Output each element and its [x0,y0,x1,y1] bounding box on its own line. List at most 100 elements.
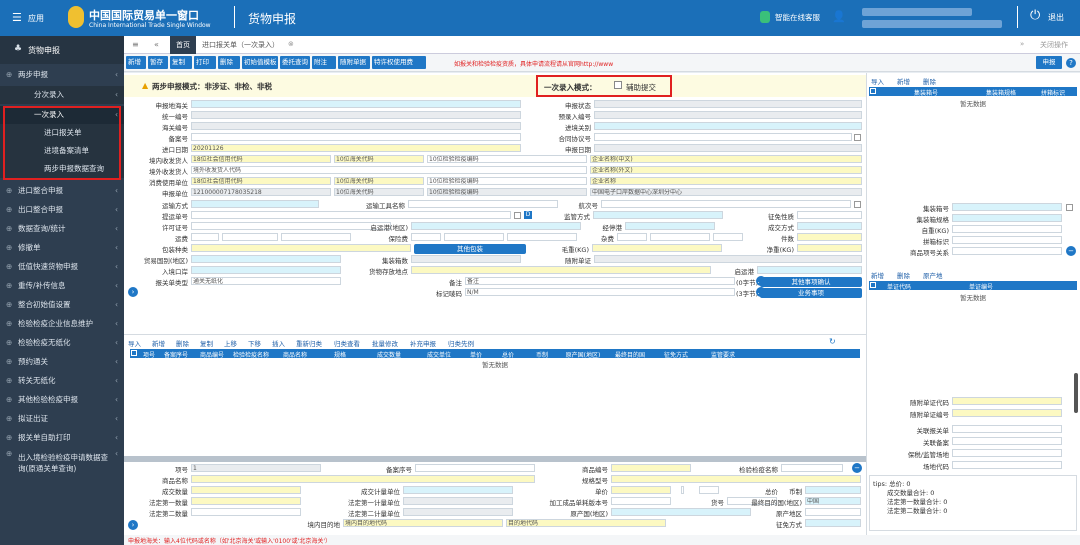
sidebar-item-11[interactable]: ⊕ 重传/补传信息 ‹ [0,277,124,295]
rel-record-input[interactable] [952,437,1062,445]
sidebar-item-17[interactable]: ⊕ 其他检验检疫申报 ‹ [0,391,124,409]
declare-button[interactable]: 申报 [1036,56,1062,69]
sidebar-item-16[interactable]: ⊕ 转关无纸化 ‹ [0,372,124,390]
consumer-ciq-input[interactable]: 10位检验检疫编码 [427,177,587,185]
goods-select-all[interactable] [131,350,137,356]
goods-place-input[interactable] [411,266,711,274]
remark-input[interactable]: 备注 [465,277,735,285]
goods-action-1[interactable]: 新增 [152,338,165,348]
other-package-button[interactable]: 其他包装 [414,244,526,254]
goods-action-11[interactable]: 归类先例 [448,338,474,348]
spacer2[interactable] [699,486,719,494]
tab-active[interactable]: 进口报关单（一次录入） [202,40,279,50]
item-expand-icon[interactable]: › [128,520,138,530]
dest-place-input[interactable]: 境内目的地代码 [343,519,503,527]
self-weight-input[interactable] [952,225,1062,233]
tax-input[interactable] [805,519,861,527]
goods-action-8[interactable]: 归类查看 [334,338,360,348]
consumer-customs-input[interactable]: 10位海关代码 [334,177,424,185]
trade-country-input[interactable] [191,255,341,263]
service-icon[interactable] [760,11,770,23]
tab-close-icon[interactable]: ⊗ [288,40,294,48]
container-action-1[interactable]: 新增 [897,76,910,86]
power-icon[interactable]: ⏻ [1030,8,1040,23]
toolbar-button-9[interactable]: 特许权使用费 [372,56,426,69]
doc-select-all[interactable] [870,282,876,288]
goods-action-6[interactable]: 插入 [272,338,285,348]
toolbar-button-1[interactable]: 暂存 [148,56,168,69]
consignee-name-input[interactable]: 企业名称(中文) [590,155,862,163]
yard-code-input[interactable] [952,461,1062,469]
declare-type-input[interactable]: 通关无纸化 [191,277,341,285]
toolbar-notice[interactable]: 如报关和检验检疫资质，具体申请流程请从官网http://www [454,59,613,68]
sidebar-item-12[interactable]: ⊕ 整合初始值设置 ‹ [0,296,124,314]
consignee-social-input[interactable]: 18位社会信用代码 [191,155,331,163]
sidebar-item-19[interactable]: ⊕ 报关单自助打印 ‹ [0,429,124,447]
goods-code-input[interactable] [611,464,691,472]
ciq-name-input[interactable] [781,464,843,472]
toolbar-button-4[interactable]: 删除 [218,56,240,69]
sidebar-item-15[interactable]: ⊕ 预约通关 ‹ [0,353,124,371]
collapse-icon[interactable]: ≡ [132,40,139,49]
bill-checkbox[interactable] [514,212,521,219]
right-scrollbar[interactable] [1074,373,1078,413]
tax-nature-input[interactable] [797,211,862,219]
lcl-flag-input[interactable] [952,236,1062,244]
bond-place-input[interactable] [952,449,1062,457]
app-menu-label[interactable]: 应用 [28,13,44,24]
item-collapse-icon[interactable]: − [852,463,862,473]
sidebar-item-7[interactable]: ⊕ 出口整合申报 ‹ [0,201,124,219]
legal-qty2-input[interactable] [191,508,301,516]
foreign-code-input[interactable]: 境外收发货人代码 [191,166,587,174]
goods-action-10[interactable]: 补充申报 [410,338,436,348]
import-date-input[interactable]: 20201126 [191,144,521,152]
legal-unit1-field[interactable] [403,497,513,505]
origin-country-input[interactable] [611,508,751,516]
sidebar-item-13[interactable]: ⊕ 检验检疫企业信息维护 ‹ [0,315,124,333]
consumer-name-input[interactable]: 企业名称 [590,177,862,185]
goods-action-3[interactable]: 复制 [200,338,213,348]
processing-input[interactable] [611,497,671,505]
forward-icon[interactable]: » [1020,40,1024,48]
voyage-input[interactable] [601,200,851,208]
dest-area-input[interactable]: 目的地代码 [506,519,666,527]
entry-port-input[interactable] [191,266,341,274]
dest-port-input[interactable] [625,222,715,230]
goods-action-4[interactable]: 上移 [224,338,237,348]
doc-no-input[interactable] [952,409,1062,417]
goods-relation-icon[interactable]: − [1066,246,1076,256]
doc-action-2[interactable]: 原产地 [923,270,943,280]
close-ops-menu[interactable]: 关闭操作 [1040,40,1068,50]
deal-unit-input[interactable] [403,486,513,494]
contract-input[interactable] [594,133,852,141]
consignee-customs-input[interactable]: 10位海关代码 [334,155,424,163]
sidebar-item-18[interactable]: ⊕ 拟证出证 ‹ [0,410,124,428]
entry-type-input[interactable] [594,122,862,130]
expand-icon[interactable]: › [128,287,138,297]
toolbar-button-6[interactable]: 委托查询 [280,56,310,69]
service-link[interactable]: 智能在线客服 [775,12,820,23]
misc-currency[interactable] [713,233,743,241]
deal-qty-input[interactable] [191,486,301,494]
tab-home[interactable]: 首页 [170,36,196,54]
net-input[interactable] [797,244,862,252]
freight-rate[interactable] [222,233,278,241]
sidebar-item-1[interactable]: 分次录入 ‹ [0,86,124,104]
container-action-2[interactable]: 删除 [923,76,936,86]
container-spec-input[interactable] [952,214,1062,222]
toolbar-button-3[interactable]: 打印 [194,56,216,69]
contract-checkbox[interactable] [854,134,861,141]
foreign-name-input[interactable]: 企业名称(外文) [590,166,862,174]
container-no-input[interactable] [952,203,1062,211]
doc-action-0[interactable]: 新增 [871,270,884,280]
currency-input[interactable] [805,486,861,494]
transport-tool-input[interactable] [408,200,558,208]
container-action-0[interactable]: 导入 [871,76,884,86]
freight-currency[interactable] [281,233,351,241]
goods-action-2[interactable]: 删除 [176,338,189,348]
misc-rate[interactable] [650,233,710,241]
goods-action-0[interactable]: 导入 [128,338,141,348]
transport-input[interactable] [191,200,319,208]
origin-port-input[interactable] [411,222,581,230]
final-dest-input[interactable]: 中国 [805,497,861,505]
